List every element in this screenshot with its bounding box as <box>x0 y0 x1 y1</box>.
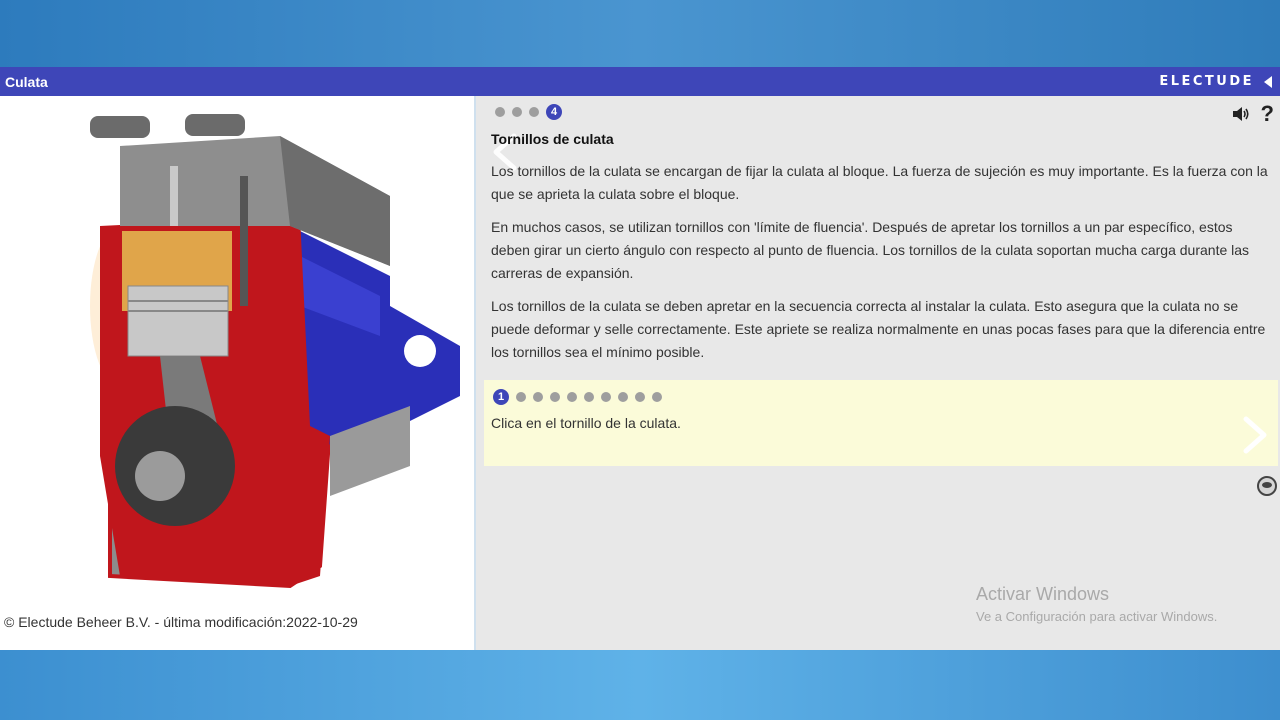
left-pane: © Electude Beheer B.V. - última modifica… <box>0 96 474 650</box>
task-dot-current[interactable]: 1 <box>493 389 509 405</box>
copyright-text: © Electude Beheer B.V. - última modifica… <box>4 614 358 630</box>
section-heading: Tornillos de culata <box>491 131 614 147</box>
watermark-title: Activar Windows <box>976 584 1110 604</box>
task-dot[interactable] <box>635 392 645 402</box>
collapse-menu-icon[interactable] <box>1264 75 1272 88</box>
page-dot[interactable] <box>495 107 505 117</box>
paragraph: En muchos casos, se utilizan tornillos c… <box>491 219 1250 281</box>
electude-logo[interactable]: ELECTUDE <box>1159 74 1254 89</box>
page-dot[interactable] <box>529 107 539 117</box>
next-task-arrow-icon[interactable] <box>1240 415 1270 455</box>
body-text: Los tornillos de la culata se encargan d… <box>491 160 1273 374</box>
task-dot[interactable] <box>652 392 662 402</box>
desktop-background-bottom <box>0 650 1280 720</box>
help-icon[interactable]: ? <box>1261 103 1274 125</box>
engine-cutaway-image[interactable] <box>80 106 480 596</box>
task-dot[interactable] <box>516 392 526 402</box>
task-indicator: 1 <box>493 389 662 405</box>
speaker-icon[interactable] <box>1231 105 1251 123</box>
task-dot[interactable] <box>550 392 560 402</box>
page-dot-current[interactable]: 4 <box>546 104 562 120</box>
paragraph: Los tornillos de la culata se deben apre… <box>491 298 1266 360</box>
right-pane: 4 ? Tornillos de culata Los tornillos de… <box>476 96 1280 650</box>
title-bar: Culata ELECTUDE <box>0 67 1280 96</box>
task-dot[interactable] <box>567 392 577 402</box>
desktop-background-top <box>0 0 1280 67</box>
task-dot[interactable] <box>584 392 594 402</box>
module-title: Culata <box>5 73 48 90</box>
task-panel: 1 Clica en el tornillo de la culata. <box>484 380 1278 466</box>
page-indicator: 4 <box>495 104 562 120</box>
top-tools: ? <box>1231 103 1274 125</box>
windows-activation-watermark: Activar Windows Ve a Configuración para … <box>976 584 1217 624</box>
task-dot[interactable] <box>533 392 543 402</box>
watermark-subtitle: Ve a Configuración para activar Windows. <box>976 609 1218 624</box>
task-instruction: Clica en el tornillo de la culata. <box>491 415 681 431</box>
page-dot[interactable] <box>512 107 522 117</box>
paragraph: Los tornillos de la culata se encargan d… <box>491 163 1268 202</box>
app-window: Culata ELECTUDE © Electude Beheer B.V. -… <box>0 67 1280 650</box>
task-dot[interactable] <box>618 392 628 402</box>
task-dot[interactable] <box>601 392 611 402</box>
feedback-chat-icon[interactable] <box>1256 476 1278 496</box>
